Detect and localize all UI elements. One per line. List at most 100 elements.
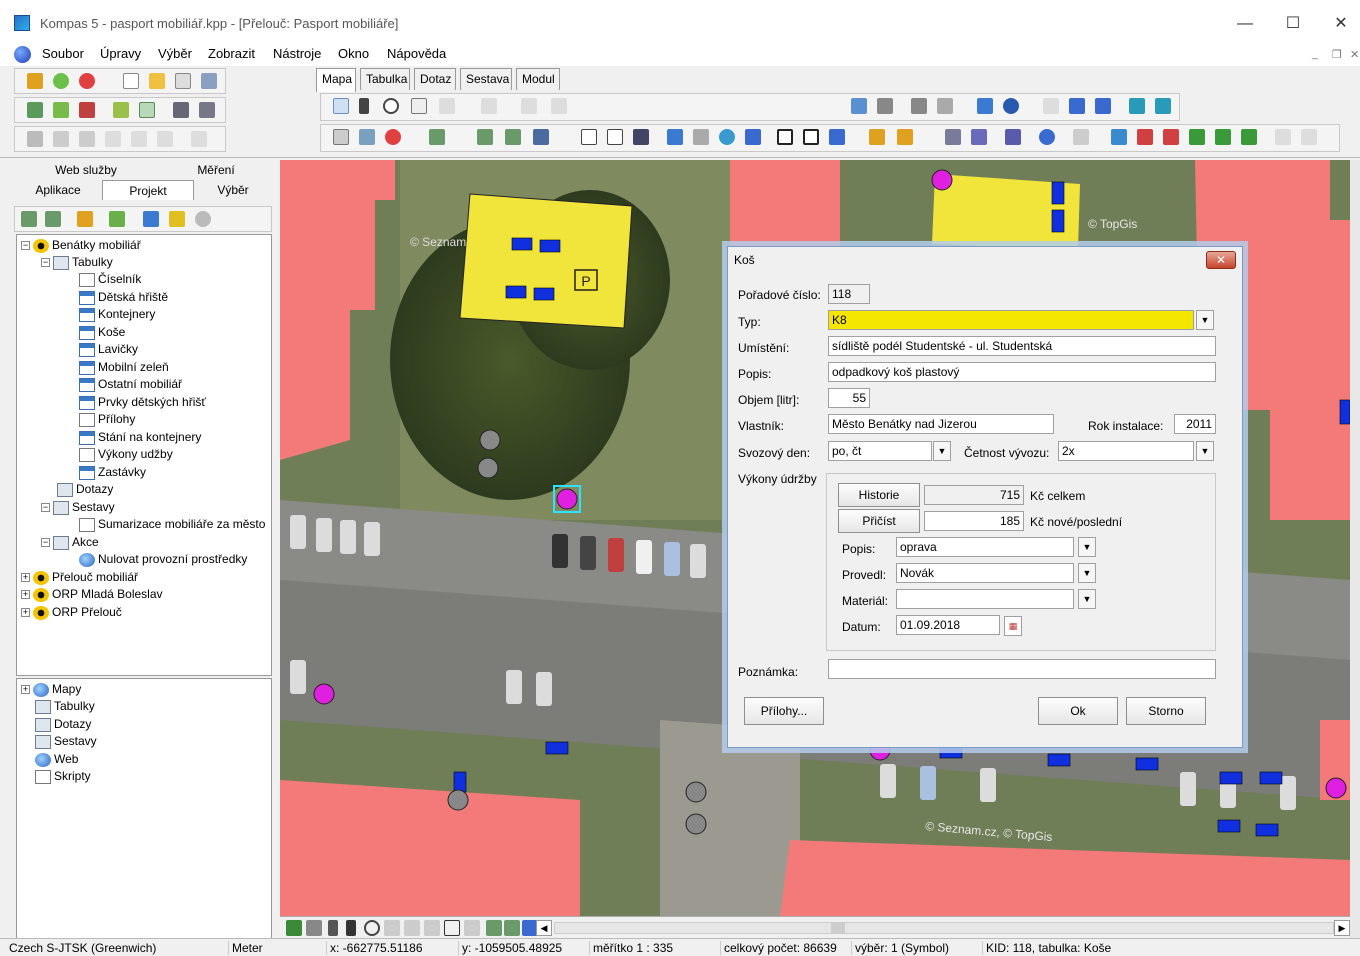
- pointer-icon[interactable]: [328, 920, 338, 936]
- rectangle-icon[interactable]: [803, 129, 819, 145]
- material-select[interactable]: [896, 589, 1074, 609]
- add-child-icon[interactable]: [45, 211, 61, 227]
- menu-nastroje[interactable]: Nástroje: [273, 46, 321, 61]
- formula-icon[interactable]: [1241, 129, 1257, 145]
- window-icon[interactable]: [745, 129, 761, 145]
- remove-icon[interactable]: [195, 211, 211, 227]
- poznamka-field[interactable]: [828, 659, 1216, 679]
- snap-icon[interactable]: [486, 920, 502, 936]
- svoz-dropdown-icon[interactable]: ▼: [933, 441, 951, 461]
- expand-icon[interactable]: +: [21, 685, 30, 695]
- line-chart-icon[interactable]: [1275, 129, 1291, 145]
- mdi-minimize-icon[interactable]: _: [1312, 48, 1318, 60]
- tab-mapa[interactable]: Mapa: [316, 68, 356, 92]
- expand-icon[interactable]: +: [21, 573, 30, 583]
- layer-remove-icon[interactable]: [911, 98, 927, 114]
- network-alt-icon[interactable]: [1155, 98, 1171, 114]
- menu-soubor[interactable]: Soubor: [42, 46, 84, 61]
- bulldozer-icon[interactable]: [633, 129, 649, 145]
- svoz-select[interactable]: po, čt: [828, 441, 932, 461]
- menu-vyber[interactable]: Výběr: [158, 46, 192, 61]
- map-vertical-scrollbar[interactable]: [1350, 160, 1360, 938]
- layer-add-icon[interactable]: [851, 98, 867, 114]
- menu-napoveda[interactable]: Nápověda: [387, 46, 446, 61]
- arrow-icon[interactable]: [27, 73, 43, 89]
- umisteni-field[interactable]: sídliště podél Studentské - ul. Students…: [828, 336, 1216, 356]
- window-horizontal-icon[interactable]: [53, 131, 69, 147]
- measure-icon[interactable]: [439, 98, 455, 114]
- stop-icon[interactable]: [79, 73, 95, 89]
- pan-hand-icon[interactable]: [384, 920, 400, 936]
- crosshair-icon[interactable]: [191, 131, 207, 147]
- vykon-popis-select[interactable]: oprava: [896, 537, 1074, 557]
- tree-node-report[interactable]: Sumarizace mobiliáře za město: [79, 516, 265, 533]
- window-tile-icon[interactable]: [27, 131, 43, 147]
- select-grid-icon[interactable]: [113, 102, 129, 118]
- scale-icon[interactable]: [607, 129, 623, 145]
- tree-node-table[interactable]: Číselník: [79, 271, 141, 288]
- import-icon[interactable]: [199, 102, 215, 118]
- globe-icon[interactable]: [14, 46, 31, 63]
- form-icon[interactable]: [333, 129, 349, 145]
- tree-node-sestavy-b[interactable]: Sestavy: [35, 733, 97, 750]
- menu-zobrazit[interactable]: Zobrazit: [208, 46, 255, 61]
- tab-mereni[interactable]: Měření: [162, 160, 270, 180]
- sort-icon[interactable]: [1069, 98, 1085, 114]
- ok-icon[interactable]: [53, 73, 69, 89]
- tool-icon[interactable]: [143, 211, 159, 227]
- objem-field[interactable]: 55: [828, 388, 870, 408]
- popis-field[interactable]: odpadkový koš plastový: [828, 362, 1216, 382]
- note-icon[interactable]: [1073, 129, 1089, 145]
- pan-hand-icon[interactable]: [411, 98, 427, 114]
- close-icon[interactable]: ✕: [1318, 10, 1360, 38]
- collapse-icon[interactable]: −: [41, 538, 50, 548]
- new-doc-icon[interactable]: [123, 73, 139, 89]
- tree-node-tabulky[interactable]: − Tabulky: [41, 254, 113, 271]
- a1-icon[interactable]: [581, 129, 597, 145]
- window-max-icon[interactable]: [157, 131, 173, 147]
- half-circle-icon[interactable]: [1039, 129, 1055, 145]
- tree-node-mapy[interactable]: + Mapy: [21, 681, 81, 698]
- collapse-icon[interactable]: −: [21, 241, 30, 251]
- prilohy-button[interactable]: Přílohy...: [744, 697, 824, 725]
- tree-node-table[interactable]: Ostatní mobiliář: [79, 376, 182, 393]
- menu-okno[interactable]: Okno: [338, 46, 369, 61]
- tree-node-table[interactable]: Lavičky: [79, 341, 138, 358]
- delete-grid-icon[interactable]: [79, 102, 95, 118]
- clipboard-icon[interactable]: [693, 129, 709, 145]
- layer-lock-icon[interactable]: [937, 98, 953, 114]
- layers-icon[interactable]: [201, 73, 217, 89]
- collapse-icon[interactable]: −: [41, 258, 50, 268]
- expand-icon[interactable]: +: [21, 590, 30, 600]
- tree-node-table[interactable]: Stání na kontejnery: [79, 429, 201, 446]
- tree-node-table[interactable]: Kontejnery: [79, 306, 155, 323]
- provedl-dropdown-icon[interactable]: ▼: [1078, 563, 1096, 583]
- select-icon[interactable]: [346, 920, 356, 936]
- check-grid-icon[interactable]: [139, 102, 155, 118]
- open-icon[interactable]: [149, 73, 165, 89]
- mdi-close-icon[interactable]: ✕: [1350, 48, 1359, 61]
- calc-alt-icon[interactable]: [1215, 129, 1231, 145]
- tab-aplikace[interactable]: Aplikace: [16, 180, 100, 200]
- tree-node-prelouc[interactable]: + Přelouč mobiliář: [21, 569, 138, 586]
- print-icon[interactable]: [424, 920, 440, 936]
- provedl-select[interactable]: Novák: [896, 563, 1074, 583]
- table-green-icon[interactable]: [27, 102, 43, 118]
- copy-icon[interactable]: [175, 73, 191, 89]
- tree-node-dotazy-b[interactable]: Dotazy: [35, 716, 91, 733]
- print-icon[interactable]: [521, 98, 537, 114]
- link-icon[interactable]: [1111, 129, 1127, 145]
- cetnost-dropdown-icon[interactable]: ▼: [1196, 441, 1214, 461]
- list-icon[interactable]: [306, 920, 322, 936]
- tree-node-orp-prelouc[interactable]: + ORP Přelouč: [21, 604, 122, 621]
- window-min-icon[interactable]: [131, 131, 147, 147]
- zoom-icon[interactable]: [364, 920, 380, 936]
- no-entry-icon[interactable]: [385, 129, 401, 145]
- tab-dotaz[interactable]: Dotaz: [414, 68, 456, 90]
- map-horizontal-scrollbar[interactable]: [554, 922, 1334, 934]
- rectangle-icon[interactable]: [444, 920, 460, 936]
- snap-icon[interactable]: [477, 129, 493, 145]
- expand-icon[interactable]: +: [21, 608, 30, 618]
- tree-node-table[interactable]: Koše: [79, 324, 125, 341]
- tree-node-web-b[interactable]: Web: [35, 751, 78, 768]
